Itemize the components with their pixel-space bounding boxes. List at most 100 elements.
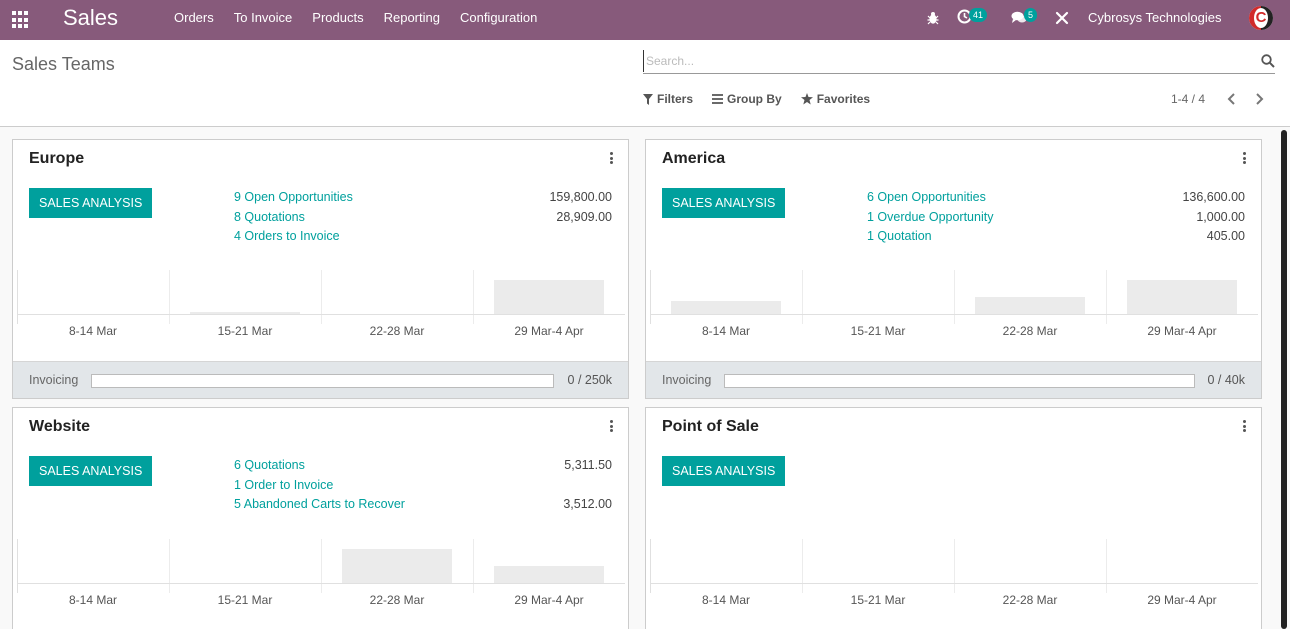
sales-graph[interactable]: 8-14 Mar 15-21 Mar 22-28 Mar 29 Mar-4 Apr xyxy=(650,539,1258,619)
team-card-america: America SALES ANALYSIS 6 Open Opportunit… xyxy=(645,139,1262,399)
company-switcher[interactable]: Cybrosys Technologies xyxy=(1088,10,1221,25)
favorites-button[interactable]: Favorites xyxy=(800,92,871,106)
graph-bar[interactable] xyxy=(342,549,452,583)
sales-graph[interactable]: 8-14 Mar 15-21 Mar 22-28 Mar 29 Mar-4 Apr xyxy=(650,270,1258,350)
apps-menu-icon[interactable] xyxy=(12,11,30,29)
invoicing-progress-bar[interactable] xyxy=(91,374,554,388)
breadcrumb: Sales Teams xyxy=(12,54,115,74)
pager-value[interactable]: 1-4 / 4 xyxy=(1171,92,1205,106)
graph-gridline xyxy=(1106,539,1107,593)
graph-tick-label: 22-28 Mar xyxy=(369,593,425,607)
menu-item-orders[interactable]: Orders xyxy=(164,0,224,40)
graph-tick-label: 29 Mar-4 Apr xyxy=(1147,324,1217,338)
menu-item-to-invoice[interactable]: To Invoice xyxy=(224,0,303,40)
graph-bar[interactable] xyxy=(1127,280,1237,314)
graph-tick-label: 29 Mar-4 Apr xyxy=(514,324,584,338)
quotation-link[interactable]: 1 Quotation xyxy=(867,229,932,243)
graph-tick-label: 22-28 Mar xyxy=(1002,324,1058,338)
graph-tick-label: 29 Mar-4 Apr xyxy=(1147,593,1217,607)
invoicing-footer: Invoicing 0 / 250k xyxy=(13,361,628,398)
scrollbar[interactable] xyxy=(1281,130,1287,629)
card-menu-icon[interactable] xyxy=(1243,420,1247,432)
sales-analysis-button[interactable]: SALES ANALYSIS xyxy=(662,456,786,486)
team-name[interactable]: America xyxy=(662,150,725,168)
invoicing-progress-bar[interactable] xyxy=(724,374,1195,388)
menu-item-reporting[interactable]: Reporting xyxy=(374,0,450,40)
graph-tick-label: 15-21 Mar xyxy=(217,593,273,607)
activity-count-badge: 41 xyxy=(969,8,988,22)
group-by-button[interactable]: Group By xyxy=(712,92,782,106)
graph-gridline xyxy=(169,539,170,593)
stat-amount: 5,311.50 xyxy=(564,458,612,472)
sales-analysis-button[interactable]: SALES ANALYSIS xyxy=(29,456,153,486)
search-options: Filters Group By Favorites xyxy=(643,92,889,106)
user-avatar[interactable]: C xyxy=(1249,6,1273,30)
sales-analysis-button[interactable]: SALES ANALYSIS xyxy=(29,188,153,218)
graph-y-axis xyxy=(650,270,651,324)
chevron-right-icon[interactable] xyxy=(1253,92,1265,106)
card-menu-icon[interactable] xyxy=(610,420,614,432)
sales-graph[interactable]: 8-14 Mar 15-21 Mar 22-28 Mar 29 Mar-4 Apr xyxy=(17,270,625,350)
graph-tick-label: 15-21 Mar xyxy=(217,324,273,338)
graph-bar[interactable] xyxy=(494,566,604,583)
stat-amount: 28,909.00 xyxy=(556,209,612,224)
team-card-europe: Europe SALES ANALYSIS 9 Open Opportuniti… xyxy=(12,139,629,399)
team-name[interactable]: Website xyxy=(29,418,90,436)
graph-gridline xyxy=(169,270,170,324)
graph-bar[interactable] xyxy=(494,280,604,314)
graph-tick-label: 29 Mar-4 Apr xyxy=(514,593,584,607)
sales-graph[interactable]: 8-14 Mar 15-21 Mar 22-28 Mar 29 Mar-4 Apr xyxy=(17,539,625,619)
open-opportunities-link[interactable]: 9 Open Opportunities xyxy=(234,190,353,204)
graph-gridline xyxy=(473,270,474,324)
abandoned-carts-link[interactable]: 5 Abandoned Carts to Recover xyxy=(234,497,405,511)
order-to-invoice-link[interactable]: 1 Order to Invoice xyxy=(234,478,333,492)
menu-item-products[interactable]: Products xyxy=(302,0,373,40)
search-bar xyxy=(643,50,1275,74)
card-menu-icon[interactable] xyxy=(610,152,614,164)
graph-tick-label: 22-28 Mar xyxy=(369,324,425,338)
graph-y-axis xyxy=(650,539,651,593)
graph-tick-label: 15-21 Mar xyxy=(850,324,906,338)
open-opportunities-link[interactable]: 6 Open Opportunities xyxy=(867,190,986,204)
graph-gridline xyxy=(802,270,803,324)
quotations-link[interactable]: 6 Quotations xyxy=(234,458,305,472)
invoicing-footer: Invoicing 0 / 40k xyxy=(646,361,1261,398)
search-icon[interactable] xyxy=(1261,54,1275,68)
team-name[interactable]: Point of Sale xyxy=(662,418,759,436)
invoicing-target[interactable]: 0 / 40k xyxy=(1207,373,1245,387)
stat-amount: 3,512.00 xyxy=(563,497,612,511)
filter-icon xyxy=(643,93,653,105)
team-card-website: Website SALES ANALYSIS 6 Quotations 5,311… xyxy=(12,407,629,629)
tools-icon[interactable] xyxy=(1055,11,1069,25)
menu-item-configuration[interactable]: Configuration xyxy=(450,0,547,40)
graph-tick-label: 8-14 Mar xyxy=(68,593,118,607)
graph-y-axis xyxy=(17,539,18,593)
star-icon xyxy=(800,93,813,105)
quotations-link[interactable]: 8 Quotations xyxy=(234,210,305,224)
graph-gridline xyxy=(954,270,955,324)
graph-gridline xyxy=(473,539,474,593)
sales-analysis-button[interactable]: SALES ANALYSIS xyxy=(662,188,786,218)
control-panel: Sales Teams Filters Group By Favorites 1… xyxy=(0,40,1290,127)
app-name[interactable]: Sales xyxy=(63,5,118,31)
message-count-badge: 5 xyxy=(1024,8,1038,22)
graph-bar[interactable] xyxy=(671,301,781,314)
graph-x-axis xyxy=(650,583,1258,584)
team-stats: 9 Open Opportunities 159,800.00 8 Quotati… xyxy=(234,190,612,249)
graph-gridline xyxy=(802,539,803,593)
graph-gridline xyxy=(321,270,322,324)
team-name[interactable]: Europe xyxy=(29,150,84,168)
orders-to-invoice-link[interactable]: 4 Orders to Invoice xyxy=(234,229,340,243)
favorites-label: Favorites xyxy=(816,92,871,106)
graph-bar[interactable] xyxy=(975,297,1085,314)
invoicing-label: Invoicing xyxy=(662,373,712,387)
card-menu-icon[interactable] xyxy=(1243,152,1247,164)
search-input[interactable] xyxy=(643,50,1243,72)
chevron-left-icon[interactable] xyxy=(1226,92,1238,106)
graph-tick-label: 8-14 Mar xyxy=(701,324,751,338)
graph-gridline xyxy=(1106,270,1107,324)
filters-button[interactable]: Filters xyxy=(643,92,693,106)
bug-icon[interactable] xyxy=(927,11,939,25)
invoicing-target[interactable]: 0 / 250k xyxy=(568,373,612,387)
overdue-opportunity-link[interactable]: 1 Overdue Opportunity xyxy=(867,210,993,224)
